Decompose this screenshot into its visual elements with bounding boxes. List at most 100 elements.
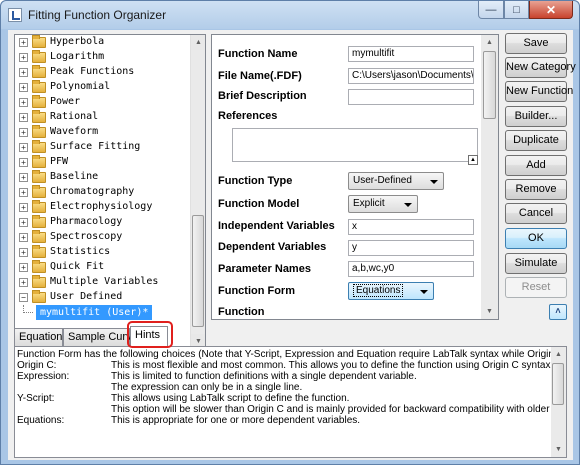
dependent-variables-label: Dependent Variables bbox=[218, 241, 327, 253]
expand-node-icon[interactable]: + bbox=[19, 233, 28, 242]
independent-variables-input[interactable]: x bbox=[348, 219, 474, 235]
tree-item-label: Chromatography bbox=[50, 186, 135, 197]
function-category-tree[interactable]: + Hyperbola + Logarithm + Peak Functions + Poly… bbox=[14, 34, 206, 350]
expand-references-icon[interactable]: ▲ bbox=[468, 155, 478, 165]
brief-description-input[interactable] bbox=[348, 89, 474, 105]
expand-node-icon[interactable]: + bbox=[19, 68, 28, 77]
tree-item-folder[interactable]: + Electrophysiology bbox=[15, 200, 191, 215]
builder-button[interactable]: Builder... bbox=[505, 106, 567, 127]
expand-node-icon[interactable]: + bbox=[19, 113, 28, 122]
scroll-up-arrow-icon[interactable]: ▲ bbox=[551, 347, 566, 362]
hints-vertical-scrollbar[interactable]: ▲ ▼ bbox=[551, 347, 566, 457]
close-button[interactable]: ✕ bbox=[529, 1, 573, 19]
tab-sample-curve[interactable]: Sample Curve bbox=[63, 328, 138, 346]
hints-line: Expression: This is limited to function d… bbox=[17, 371, 553, 382]
collapse-panel-button[interactable]: ˄ bbox=[549, 304, 567, 320]
tree-item-folder[interactable]: + Spectroscopy bbox=[15, 230, 191, 245]
file-name-label: File Name(.FDF) bbox=[218, 70, 302, 82]
function-form-select[interactable]: Equations bbox=[348, 282, 434, 300]
maximize-button[interactable]: □ bbox=[504, 1, 529, 19]
expand-node-icon[interactable]: + bbox=[19, 38, 28, 47]
expand-node-icon[interactable]: + bbox=[19, 278, 28, 287]
tree-item-folder[interactable]: + Power bbox=[15, 95, 191, 110]
references-textarea[interactable] bbox=[232, 128, 478, 162]
new-category-button[interactable]: New Category bbox=[505, 57, 576, 78]
tree-item-label: PFW bbox=[50, 156, 69, 167]
remove-button[interactable]: Remove bbox=[505, 179, 567, 200]
scroll-up-arrow-icon[interactable]: ▲ bbox=[191, 35, 205, 50]
tree-item-folder[interactable]: + PFW bbox=[15, 155, 191, 170]
collapse-node-icon[interactable]: − bbox=[19, 293, 28, 302]
tree-item-label: Hyperbola bbox=[50, 36, 105, 47]
tree-item-folder[interactable]: + Rational bbox=[15, 110, 191, 125]
expand-node-icon[interactable]: + bbox=[19, 203, 28, 212]
tree-item-label: Rational bbox=[50, 111, 99, 122]
hints-line: Y-Script: This allows using LabTalk scrip… bbox=[17, 393, 553, 404]
function-model-value: Explicit bbox=[353, 198, 385, 209]
tree-item-selected-function[interactable]: mymultifit (User)* bbox=[15, 305, 191, 320]
function-name-input[interactable]: mymultifit bbox=[348, 46, 474, 62]
tree-item-folder[interactable]: + Logarithm bbox=[15, 50, 191, 65]
tree-item-folder[interactable]: + Waveform bbox=[15, 125, 191, 140]
duplicate-button[interactable]: Duplicate bbox=[505, 130, 567, 151]
expand-node-icon[interactable]: + bbox=[19, 83, 28, 92]
independent-variables-label: Independent Variables bbox=[218, 220, 335, 232]
dependent-variables-input[interactable]: y bbox=[348, 240, 474, 256]
window-title: Fitting Function Organizer bbox=[28, 8, 167, 22]
properties-scroll-thumb[interactable] bbox=[483, 51, 496, 119]
tree-vertical-scrollbar[interactable]: ▲ ▼ bbox=[190, 35, 205, 349]
tree-item-label: Waveform bbox=[50, 126, 99, 137]
ok-button[interactable]: OK bbox=[505, 228, 567, 249]
expand-node-icon[interactable]: + bbox=[19, 128, 28, 137]
expand-node-icon[interactable]: + bbox=[19, 218, 28, 227]
tree-item-folder[interactable]: + Statistics bbox=[15, 245, 191, 260]
tree-item-folder[interactable]: + Multiple Variables bbox=[15, 275, 191, 290]
expand-node-icon[interactable]: + bbox=[19, 173, 28, 182]
tree-item-folder[interactable]: + Chromatography bbox=[15, 185, 191, 200]
hints-panel: Function Form has the following choices … bbox=[14, 346, 567, 458]
title-bar[interactable]: Fitting Function Organizer — □ ✕ bbox=[1, 1, 579, 29]
function-type-value: User-Defined bbox=[353, 175, 412, 186]
expand-node-icon[interactable]: + bbox=[19, 53, 28, 62]
expand-node-icon[interactable]: + bbox=[19, 248, 28, 257]
chevron-down-icon bbox=[430, 180, 438, 184]
scroll-down-arrow-icon[interactable]: ▼ bbox=[482, 304, 497, 319]
tree-item-folder[interactable]: + Surface Fitting bbox=[15, 140, 191, 155]
expand-node-icon[interactable]: + bbox=[19, 158, 28, 167]
properties-vertical-scrollbar[interactable]: ▲ ▼ bbox=[481, 35, 498, 319]
expand-node-icon[interactable]: + bbox=[19, 188, 28, 197]
tree-item-folder[interactable]: + Quick Fit bbox=[15, 260, 191, 275]
tree-scroll-thumb[interactable] bbox=[192, 215, 204, 327]
function-type-select[interactable]: User-Defined bbox=[348, 172, 444, 190]
tab-equation[interactable]: Equation bbox=[14, 328, 63, 346]
save-button[interactable]: Save bbox=[505, 33, 567, 54]
minimize-button[interactable]: — bbox=[478, 1, 504, 19]
scroll-down-arrow-icon[interactable]: ▼ bbox=[551, 442, 566, 457]
tree-item-label: Logarithm bbox=[50, 51, 105, 62]
selected-function-label: mymultifit (User)* bbox=[36, 305, 153, 320]
simulate-button[interactable]: Simulate bbox=[505, 253, 567, 274]
expand-node-icon[interactable]: + bbox=[19, 98, 28, 107]
function-model-label: Function Model bbox=[218, 198, 300, 210]
scroll-up-arrow-icon[interactable]: ▲ bbox=[482, 35, 497, 50]
add-button[interactable]: Add bbox=[505, 155, 567, 176]
tree-item-folder[interactable]: + Peak Functions bbox=[15, 65, 191, 80]
folder-icon bbox=[32, 95, 46, 108]
expand-node-icon[interactable]: + bbox=[19, 143, 28, 152]
tree-item-folder[interactable]: + Hyperbola bbox=[15, 35, 191, 50]
tree-item-folder[interactable]: + Pharmacology bbox=[15, 215, 191, 230]
new-function-button[interactable]: New Function bbox=[505, 81, 573, 102]
cancel-button[interactable]: Cancel bbox=[505, 203, 567, 224]
hints-scroll-thumb[interactable] bbox=[552, 363, 564, 405]
folder-icon bbox=[32, 200, 46, 213]
parameter-names-input[interactable]: a,b,wc,y0 bbox=[348, 261, 474, 277]
tree-item-folder[interactable]: − User Defined bbox=[15, 290, 191, 305]
hints-line-value: This is most flexible and most common. T… bbox=[111, 360, 551, 371]
tree-item-folder[interactable]: + Polynomial bbox=[15, 80, 191, 95]
hints-line-key: Expression: bbox=[17, 371, 70, 382]
expand-node-icon[interactable]: + bbox=[19, 263, 28, 272]
file-name-input[interactable]: C:\Users\jason\Documents\( bbox=[348, 68, 474, 84]
tree-item-folder[interactable]: + Baseline bbox=[15, 170, 191, 185]
function-model-select[interactable]: Explicit bbox=[348, 195, 418, 213]
window-frame: Fitting Function Organizer — □ ✕ + Hyperb… bbox=[0, 0, 580, 465]
